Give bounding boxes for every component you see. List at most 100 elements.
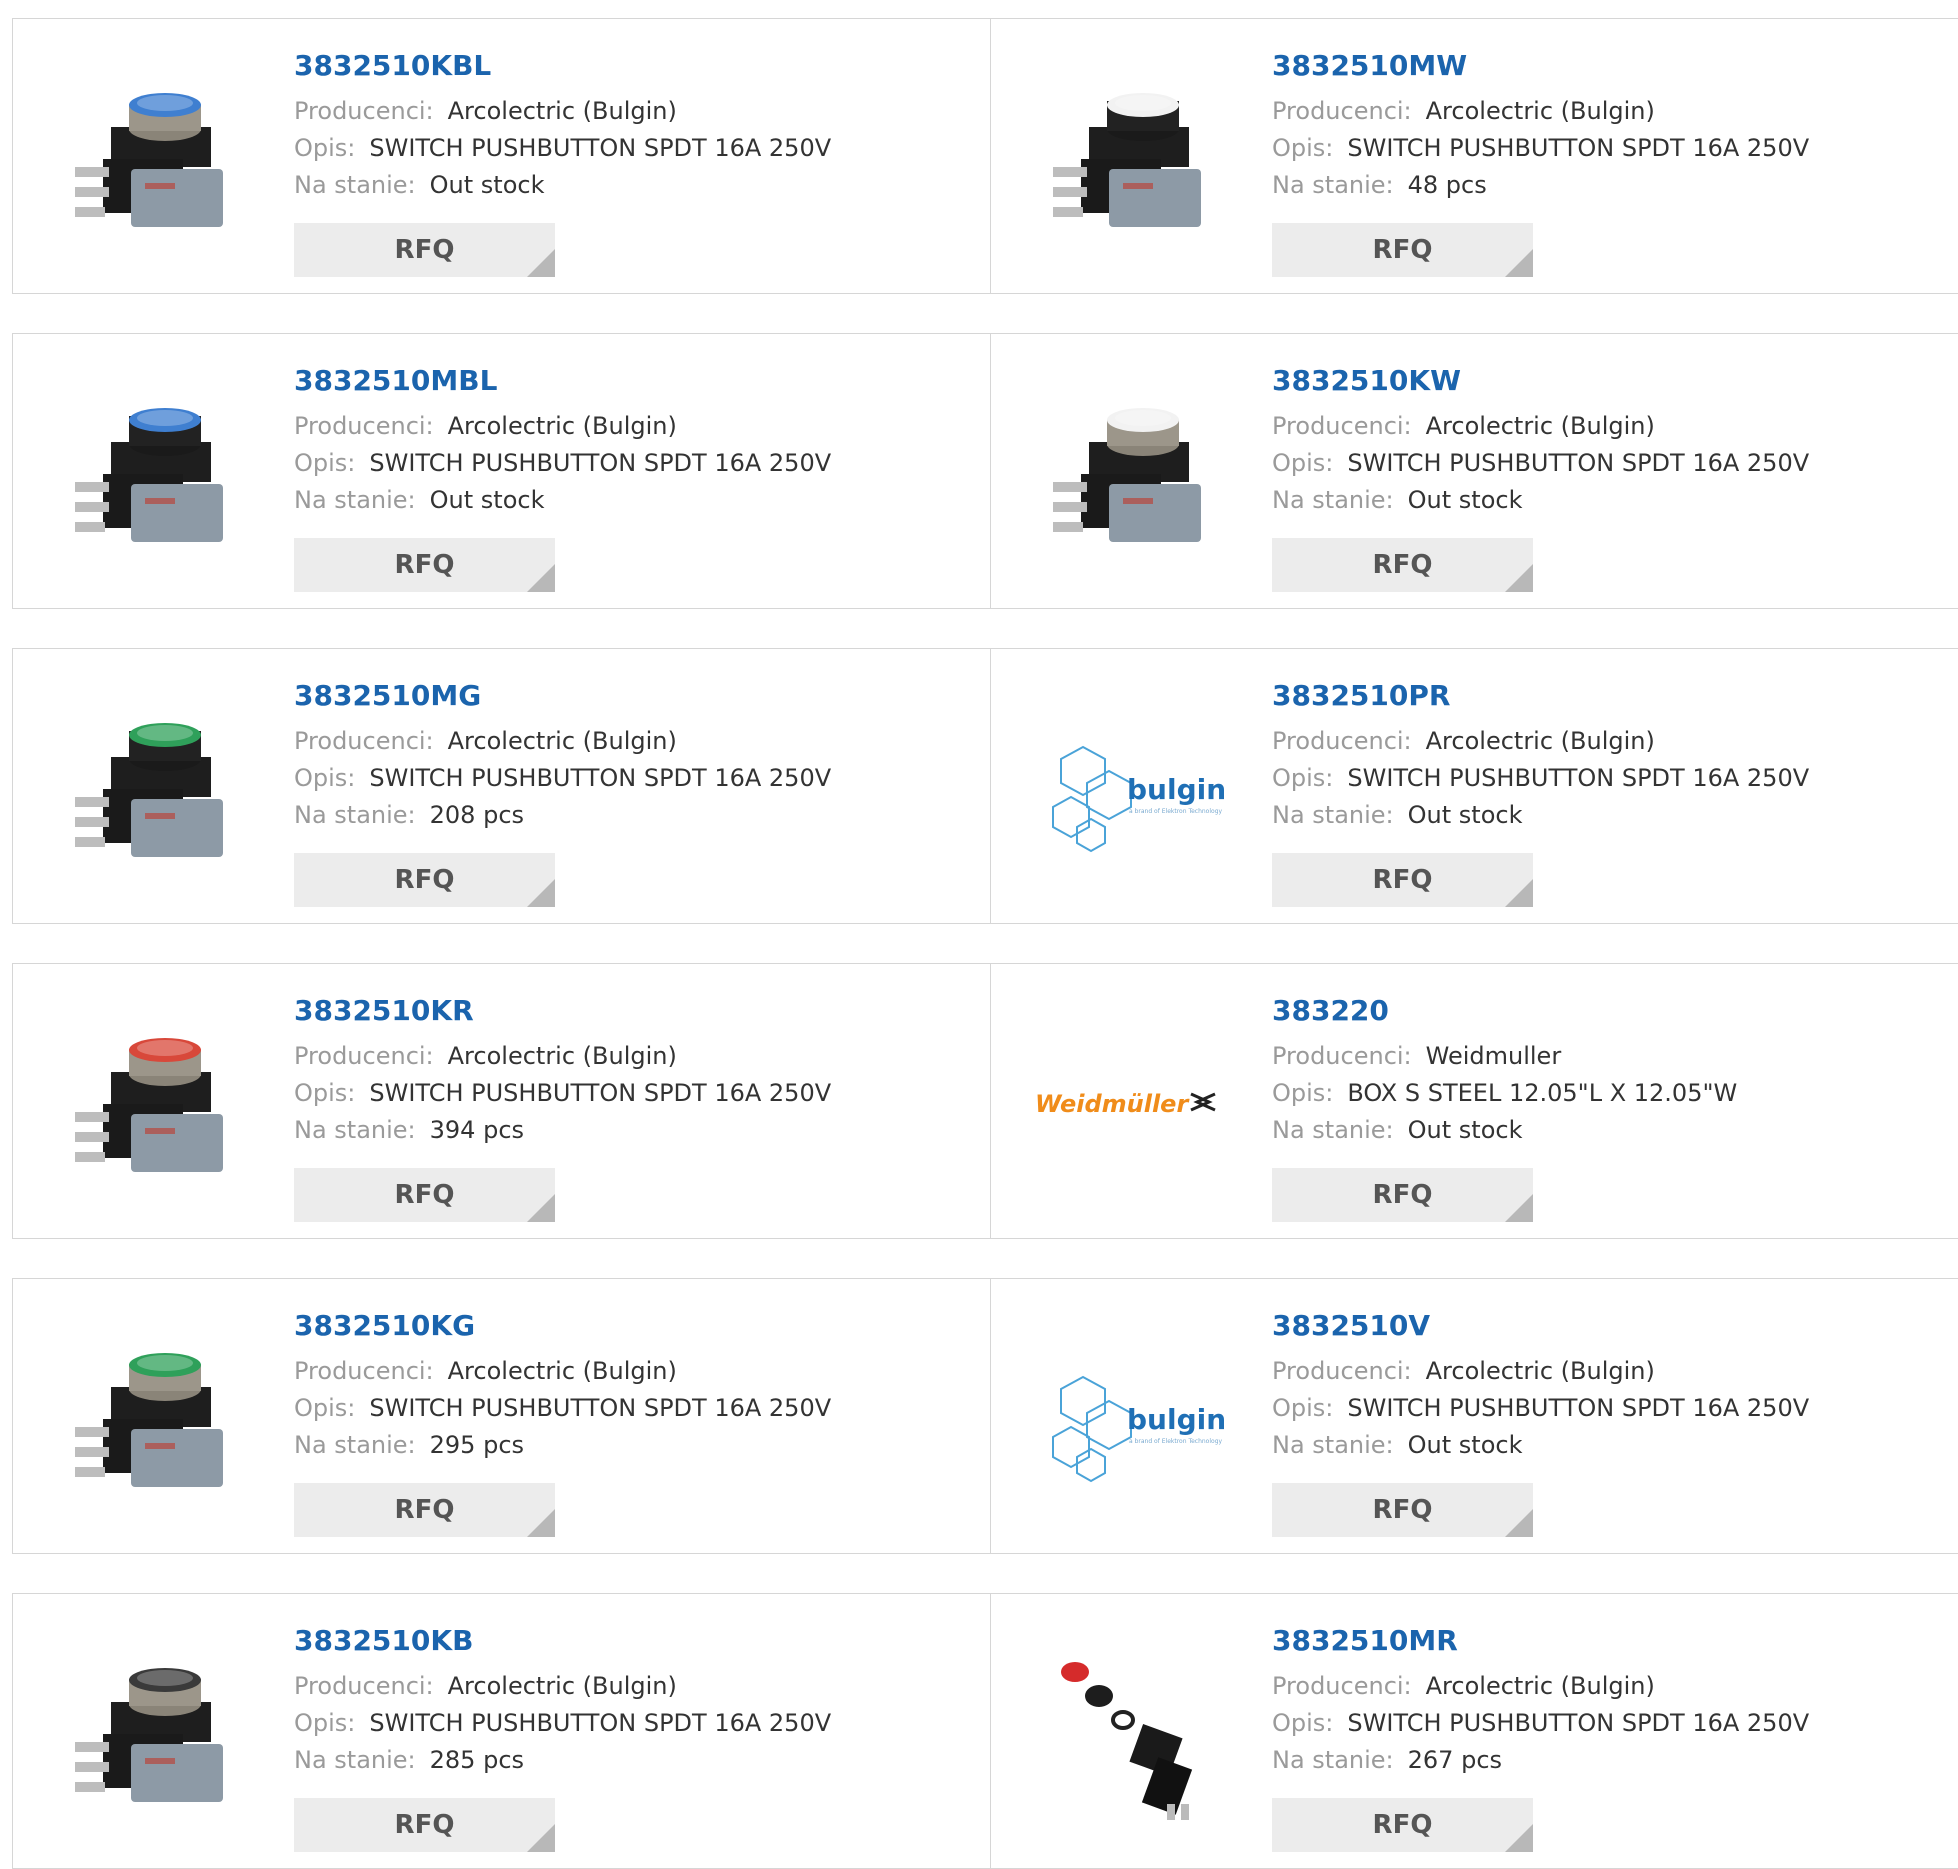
manufacturer-value: Arcolectric (Bulgin) <box>1425 1672 1655 1700</box>
corner-triangle-icon <box>527 1194 555 1222</box>
description-value: SWITCH PUSHBUTTON SPDT 16A 250V <box>1347 1709 1810 1737</box>
manufacturer-value: Arcolectric (Bulgin) <box>447 727 677 755</box>
rfq-button[interactable]: RFQ <box>294 538 555 592</box>
part-number-link[interactable]: 3832510MW <box>1272 49 1467 82</box>
rfq-label: RFQ <box>1372 1180 1433 1210</box>
manufacturer-value: Arcolectric (Bulgin) <box>447 1357 677 1385</box>
product-image[interactable] <box>53 372 253 572</box>
part-number-link[interactable]: 3832510MBL <box>294 364 497 397</box>
product-card: Weidmüller 383220 Producenci: Weidmuller … <box>990 963 1958 1239</box>
svg-text:a brand of Elektron Technology: a brand of Elektron Technology <box>1129 1438 1222 1445</box>
description-label: Opis: <box>1272 449 1334 477</box>
description-label: Opis: <box>294 134 356 162</box>
description-label: Opis: <box>294 449 356 477</box>
part-number-link[interactable]: 3832510MR <box>1272 1624 1458 1657</box>
rfq-button[interactable]: RFQ <box>1272 1168 1533 1222</box>
rfq-button[interactable]: RFQ <box>294 1483 555 1537</box>
stock-row: Na stanie: 295 pcs <box>294 1431 524 1459</box>
rfq-button[interactable]: RFQ <box>294 223 555 277</box>
product-image[interactable]: bulgin a brand of Elektron Technology <box>1031 1317 1231 1517</box>
rfq-button[interactable]: RFQ <box>294 1798 555 1852</box>
manufacturer-label: Producenci: <box>1272 97 1412 125</box>
product-image[interactable] <box>53 1002 253 1202</box>
stock-value: 208 pcs <box>429 801 525 829</box>
rfq-label: RFQ <box>394 1810 455 1840</box>
part-number-link[interactable]: 3832510V <box>1272 1309 1430 1342</box>
stock-value: 295 pcs <box>429 1431 525 1459</box>
rfq-button[interactable]: RFQ <box>294 853 555 907</box>
stock-row: Na stanie: Out stock <box>294 486 544 514</box>
part-number-link[interactable]: 3832510PR <box>1272 679 1450 712</box>
product-image[interactable] <box>1031 1632 1231 1832</box>
description-label: Opis: <box>1272 1394 1334 1422</box>
manufacturer-row: Producenci: Arcolectric (Bulgin) <box>294 1042 677 1070</box>
rfq-button[interactable]: RFQ <box>1272 538 1533 592</box>
rfq-button[interactable]: RFQ <box>294 1168 555 1222</box>
stock-value: 48 pcs <box>1407 171 1487 199</box>
manufacturer-value: Arcolectric (Bulgin) <box>1425 1357 1655 1385</box>
corner-triangle-icon <box>1505 249 1533 277</box>
corner-triangle-icon <box>527 879 555 907</box>
description-value: SWITCH PUSHBUTTON SPDT 16A 250V <box>369 449 832 477</box>
description-row: Opis: SWITCH PUSHBUTTON SPDT 16A 250V <box>294 764 831 792</box>
rfq-label: RFQ <box>1372 550 1433 580</box>
description-label: Opis: <box>1272 764 1334 792</box>
rfq-button[interactable]: RFQ <box>1272 223 1533 277</box>
manufacturer-label: Producenci: <box>294 412 434 440</box>
part-number-link[interactable]: 3832510MG <box>294 679 481 712</box>
stock-label: Na stanie: <box>1272 1116 1394 1144</box>
rfq-label: RFQ <box>394 1180 455 1210</box>
stock-label: Na stanie: <box>1272 1746 1394 1774</box>
manufacturer-label: Producenci: <box>1272 412 1412 440</box>
part-number-link[interactable]: 3832510KR <box>294 994 474 1027</box>
stock-row: Na stanie: 285 pcs <box>294 1746 524 1774</box>
manufacturer-row: Producenci: Arcolectric (Bulgin) <box>294 1357 677 1385</box>
product-image[interactable]: Weidmüller <box>1031 1002 1231 1202</box>
stock-label: Na stanie: <box>294 1746 416 1774</box>
product-card: 3832510KB Producenci: Arcolectric (Bulgin… <box>12 1593 992 1869</box>
description-row: Opis: SWITCH PUSHBUTTON SPDT 16A 250V <box>1272 764 1809 792</box>
stock-label: Na stanie: <box>294 486 416 514</box>
description-row: Opis: SWITCH PUSHBUTTON SPDT 16A 250V <box>1272 1394 1809 1422</box>
product-image[interactable] <box>1031 372 1231 572</box>
stock-value: 394 pcs <box>429 1116 525 1144</box>
manufacturer-row: Producenci: Weidmuller <box>1272 1042 1561 1070</box>
manufacturer-label: Producenci: <box>294 1357 434 1385</box>
rfq-button[interactable]: RFQ <box>1272 1798 1533 1852</box>
rfq-button[interactable]: RFQ <box>1272 853 1533 907</box>
stock-value: Out stock <box>1407 801 1523 829</box>
product-image[interactable] <box>53 1317 253 1517</box>
manufacturer-row: Producenci: Arcolectric (Bulgin) <box>294 97 677 125</box>
description-label: Opis: <box>294 764 356 792</box>
stock-value: 285 pcs <box>429 1746 525 1774</box>
rfq-label: RFQ <box>394 235 455 265</box>
part-number-link[interactable]: 3832510KBL <box>294 49 491 82</box>
corner-triangle-icon <box>1505 1509 1533 1537</box>
stock-value: 267 pcs <box>1407 1746 1503 1774</box>
product-image[interactable] <box>53 1632 253 1832</box>
stock-value: Out stock <box>429 171 545 199</box>
stock-label: Na stanie: <box>1272 171 1394 199</box>
product-card: 3832510KW Producenci: Arcolectric (Bulgin… <box>990 333 1958 609</box>
part-number-link[interactable]: 3832510KW <box>1272 364 1461 397</box>
product-image[interactable] <box>53 687 253 887</box>
description-value: SWITCH PUSHBUTTON SPDT 16A 250V <box>369 1079 832 1107</box>
rfq-button[interactable]: RFQ <box>1272 1483 1533 1537</box>
product-image[interactable] <box>53 57 253 257</box>
manufacturer-label: Producenci: <box>1272 1357 1412 1385</box>
description-row: Opis: SWITCH PUSHBUTTON SPDT 16A 250V <box>294 1394 831 1422</box>
product-image[interactable] <box>1031 57 1231 257</box>
manufacturer-label: Producenci: <box>294 1672 434 1700</box>
product-image[interactable]: bulgin a brand of Elektron Technology <box>1031 687 1231 887</box>
stock-row: Na stanie: 208 pcs <box>294 801 524 829</box>
rfq-label: RFQ <box>1372 865 1433 895</box>
manufacturer-row: Producenci: Arcolectric (Bulgin) <box>294 727 677 755</box>
stock-row: Na stanie: Out stock <box>294 171 544 199</box>
part-number-link[interactable]: 3832510KG <box>294 1309 475 1342</box>
part-number-link[interactable]: 383220 <box>1272 994 1389 1027</box>
description-value: BOX S STEEL 12.05"L X 12.05"W <box>1347 1079 1738 1107</box>
description-row: Opis: SWITCH PUSHBUTTON SPDT 16A 250V <box>294 449 831 477</box>
product-card: 3832510KG Producenci: Arcolectric (Bulgin… <box>12 1278 992 1554</box>
description-row: Opis: BOX S STEEL 12.05"L X 12.05"W <box>1272 1079 1737 1107</box>
part-number-link[interactable]: 3832510KB <box>294 1624 473 1657</box>
